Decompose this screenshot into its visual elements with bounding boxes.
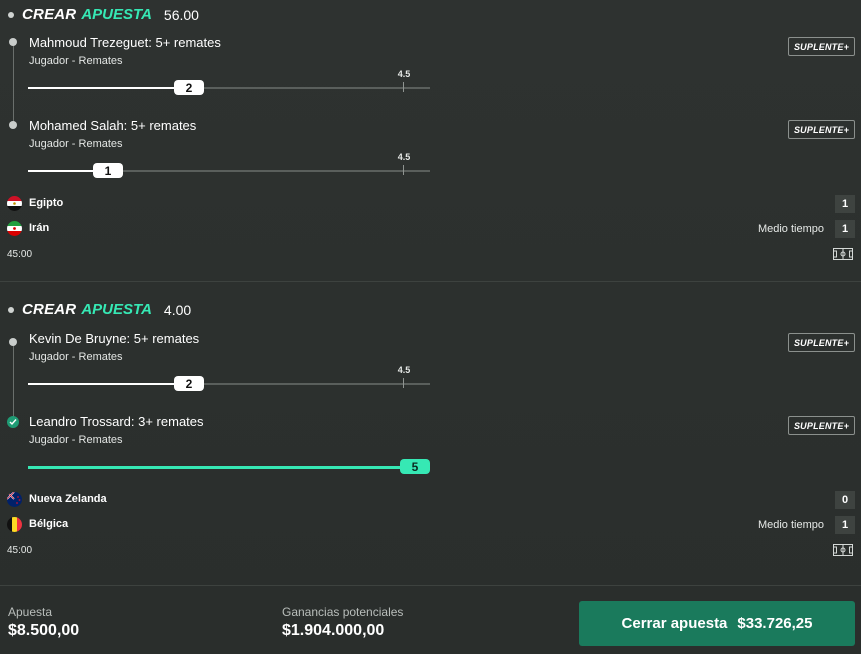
progress-fill <box>28 465 430 469</box>
cashout-amount: $33.726,25 <box>737 615 813 632</box>
team-score: 0 <box>835 491 855 509</box>
leg-market: Jugador - Remates <box>29 138 123 150</box>
team-score: 1 <box>835 220 855 238</box>
bet-builder-label: CREAR <box>22 301 77 318</box>
leg-market: Jugador - Remates <box>29 55 123 67</box>
substitute-button[interactable]: SUPLENTE+ <box>788 333 855 352</box>
match-period: Medio tiempo <box>757 519 824 531</box>
bet-odds: 4.00 <box>163 301 192 318</box>
match-clock: 45:00 <box>7 545 33 556</box>
egypt-flag-icon <box>7 196 22 211</box>
bet-card-1: CREAR APUESTA 56.00 Mahmoud Trezeguet: 5… <box>0 0 861 282</box>
team-row-home: Egipto 1 <box>7 195 855 213</box>
iran-flag-icon <box>7 221 22 236</box>
progress-track: 4.5 1 <box>28 152 430 178</box>
team-score: 1 <box>835 516 855 534</box>
belgium-flag-icon <box>7 517 22 532</box>
legs-connector <box>13 342 14 422</box>
section-divider <box>0 281 861 282</box>
leg-won-check-icon <box>7 416 19 428</box>
potential-winnings-value: $1.904.000,00 <box>282 622 385 639</box>
match-clock: 45:00 <box>7 249 33 260</box>
cashout-button[interactable]: Cerrar apuesta $33.726,25 <box>579 601 855 646</box>
threshold-tick <box>403 378 404 388</box>
bullet-icon <box>8 11 14 18</box>
team-name: Nueva Zelanda <box>29 493 107 505</box>
leg-market: Jugador - Remates <box>29 434 123 446</box>
leg-title: Leandro Trossard: 3+ remates <box>29 414 204 429</box>
leg-pending-icon <box>9 121 17 129</box>
progress-value: 1 <box>93 163 123 178</box>
threshold-label: 4.5 <box>397 69 411 79</box>
threshold-label: 4.5 <box>397 365 411 375</box>
leg-pending-icon <box>9 38 17 46</box>
bet-card-2: CREAR APUESTA 4.00 Kevin De Bruyne: 5+ r… <box>0 296 861 586</box>
substitute-button[interactable]: SUPLENTE+ <box>788 416 855 435</box>
bet-builder-accent-label: APUESTA <box>81 6 152 23</box>
cashout-label: Cerrar apuesta <box>621 615 728 632</box>
potential-winnings-label: Ganancias potenciales <box>282 605 404 619</box>
bet-builder-label: CREAR <box>22 6 77 23</box>
team-row-away: Bélgica Medio tiempo 1 <box>7 516 855 534</box>
leg-market: Jugador - Remates <box>29 351 123 363</box>
team-score: 1 <box>835 195 855 213</box>
threshold-tick <box>403 165 404 175</box>
team-row-away: Irán Medio tiempo 1 <box>7 220 855 238</box>
team-name: Egipto <box>29 197 64 209</box>
team-row-home: Nueva Zelanda 0 <box>7 491 855 509</box>
leg-title: Kevin De Bruyne: 5+ remates <box>29 331 200 346</box>
team-name: Bélgica <box>29 518 69 530</box>
leg-pending-icon <box>9 338 17 346</box>
threshold-label: 4.5 <box>397 152 411 162</box>
team-name: Irán <box>29 222 50 234</box>
stake-label: Apuesta <box>8 605 53 619</box>
leg-title: Mohamed Salah: 5+ remates <box>29 118 197 133</box>
leg-title: Mahmoud Trezeguet: 5+ remates <box>29 35 221 50</box>
section-divider <box>0 585 861 586</box>
bullet-icon <box>8 306 14 313</box>
bet-header: CREAR APUESTA 4.00 <box>8 301 191 318</box>
bet-header: CREAR APUESTA 56.00 <box>8 6 199 23</box>
bet-builder-accent-label: APUESTA <box>81 301 152 318</box>
threshold-tick <box>403 82 404 92</box>
bet-odds: 56.00 <box>163 6 199 23</box>
progress-value: 2 <box>174 376 204 391</box>
pitch-icon[interactable] <box>833 544 853 556</box>
substitute-button[interactable]: SUPLENTE+ <box>788 37 855 56</box>
progress-value: 5 <box>400 459 430 474</box>
stake-value: $8.500,00 <box>8 622 80 639</box>
progress-track: 5 <box>28 459 430 474</box>
substitute-button[interactable]: SUPLENTE+ <box>788 120 855 139</box>
match-period: Medio tiempo <box>757 223 824 235</box>
legs-connector <box>13 42 14 126</box>
new-zealand-flag-icon <box>7 492 22 507</box>
progress-fill <box>28 383 189 385</box>
progress-track: 4.5 2 <box>28 365 430 391</box>
progress-value: 2 <box>174 80 204 95</box>
progress-fill <box>28 87 189 89</box>
progress-track: 4.5 2 <box>28 69 430 95</box>
pitch-icon[interactable] <box>833 248 853 260</box>
